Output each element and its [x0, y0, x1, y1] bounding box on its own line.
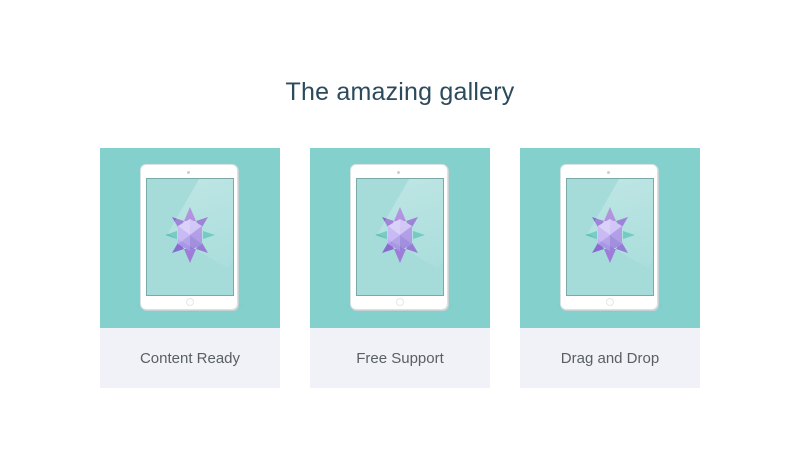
gallery-card[interactable]: Content Ready: [100, 148, 280, 388]
tablet-camera: [607, 171, 610, 174]
card-caption: Free Support: [310, 328, 490, 388]
tablet-icon: [560, 164, 658, 310]
card-image[interactable]: [520, 148, 700, 328]
gallery-card[interactable]: Drag and Drop: [520, 148, 700, 388]
gem-icon: [585, 207, 635, 263]
tablet-screen: [146, 178, 234, 296]
gallery-cards: Content Ready Free Support Drag and Drop: [100, 148, 700, 388]
card-image[interactable]: [100, 148, 280, 328]
tablet-home-button: [186, 298, 194, 306]
tablet-camera: [397, 171, 400, 174]
card-caption: Drag and Drop: [520, 328, 700, 388]
tablet-home-button: [396, 298, 404, 306]
tablet-home-button: [606, 298, 614, 306]
tablet-camera: [187, 171, 190, 174]
card-caption: Content Ready: [100, 328, 280, 388]
gallery-card[interactable]: Free Support: [310, 148, 490, 388]
tablet-screen: [356, 178, 444, 296]
tablet-icon: [350, 164, 448, 310]
gem-icon: [165, 207, 215, 263]
tablet-screen: [566, 178, 654, 296]
gem-icon: [375, 207, 425, 263]
gallery-title: The amazing gallery: [285, 78, 515, 106]
tablet-icon: [140, 164, 238, 310]
card-image[interactable]: [310, 148, 490, 328]
